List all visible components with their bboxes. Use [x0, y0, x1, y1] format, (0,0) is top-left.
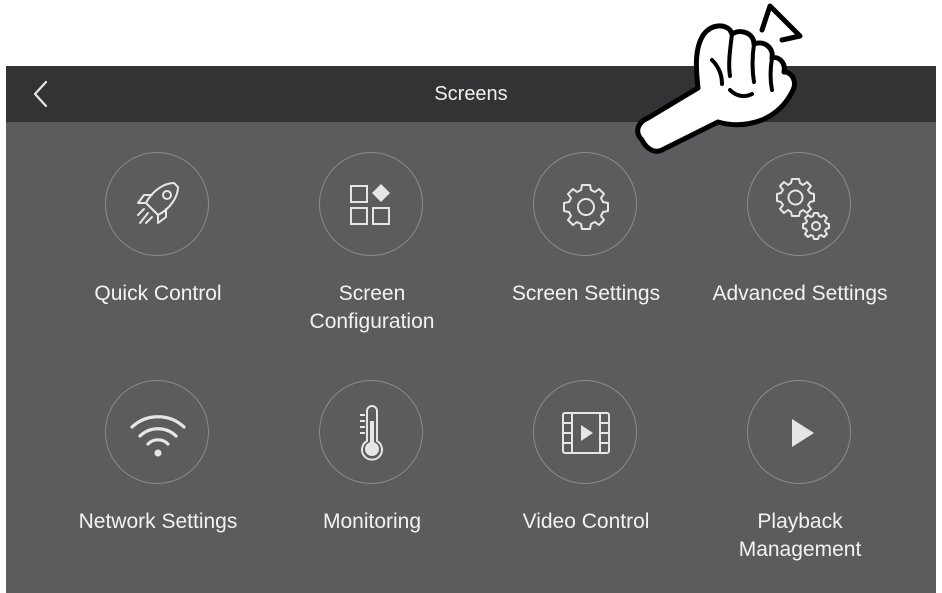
screen-configuration-tile[interactable]: Screen Configuration — [265, 122, 479, 333]
thermometer-icon — [360, 405, 383, 461]
monitoring-tile[interactable]: Monitoring — [265, 350, 479, 560]
screen-settings-tile[interactable]: Screen Settings — [479, 122, 693, 332]
tile-label: Playback Management — [738, 510, 862, 561]
icon-circle — [533, 152, 637, 256]
tile-label: Screen Settings — [511, 282, 661, 305]
tile-label: Quick Control — [94, 282, 222, 305]
tile-label: Screen Configuration — [309, 282, 435, 333]
network-settings-tile[interactable]: Network Settings — [51, 350, 265, 560]
screens-window: Screens Quick Control Screen Configurati… — [6, 66, 936, 593]
video-control-tile[interactable]: Video Control — [479, 350, 693, 560]
menu-grid: Quick Control Screen Configuration Scree… — [6, 122, 936, 593]
page-title: Screens — [434, 83, 508, 105]
gears-icon — [776, 178, 830, 240]
icon-circle — [105, 152, 209, 256]
app-header: Screens — [6, 66, 936, 122]
icon-circle — [105, 380, 209, 484]
tile-label: Network Settings — [78, 510, 238, 533]
playback-management-tile[interactable]: Playback Management — [693, 350, 907, 561]
icon-circle — [533, 380, 637, 484]
icon-circle — [319, 152, 423, 256]
wifi-icon — [130, 415, 186, 457]
advanced-settings-tile[interactable]: Advanced Settings — [693, 122, 907, 332]
film-icon — [562, 412, 610, 454]
rocket-icon — [137, 182, 179, 224]
quick-control-tile[interactable]: Quick Control — [51, 122, 265, 332]
icon-circle — [319, 380, 423, 484]
tile-label: Video Control — [522, 510, 650, 533]
play-icon — [792, 419, 814, 447]
icon-circle — [747, 380, 851, 484]
gear-icon — [563, 184, 609, 230]
tile-label: Monitoring — [322, 510, 422, 533]
grid-diamond-icon — [350, 184, 390, 225]
tile-label: Advanced Settings — [712, 282, 888, 305]
icon-circle — [747, 152, 851, 256]
